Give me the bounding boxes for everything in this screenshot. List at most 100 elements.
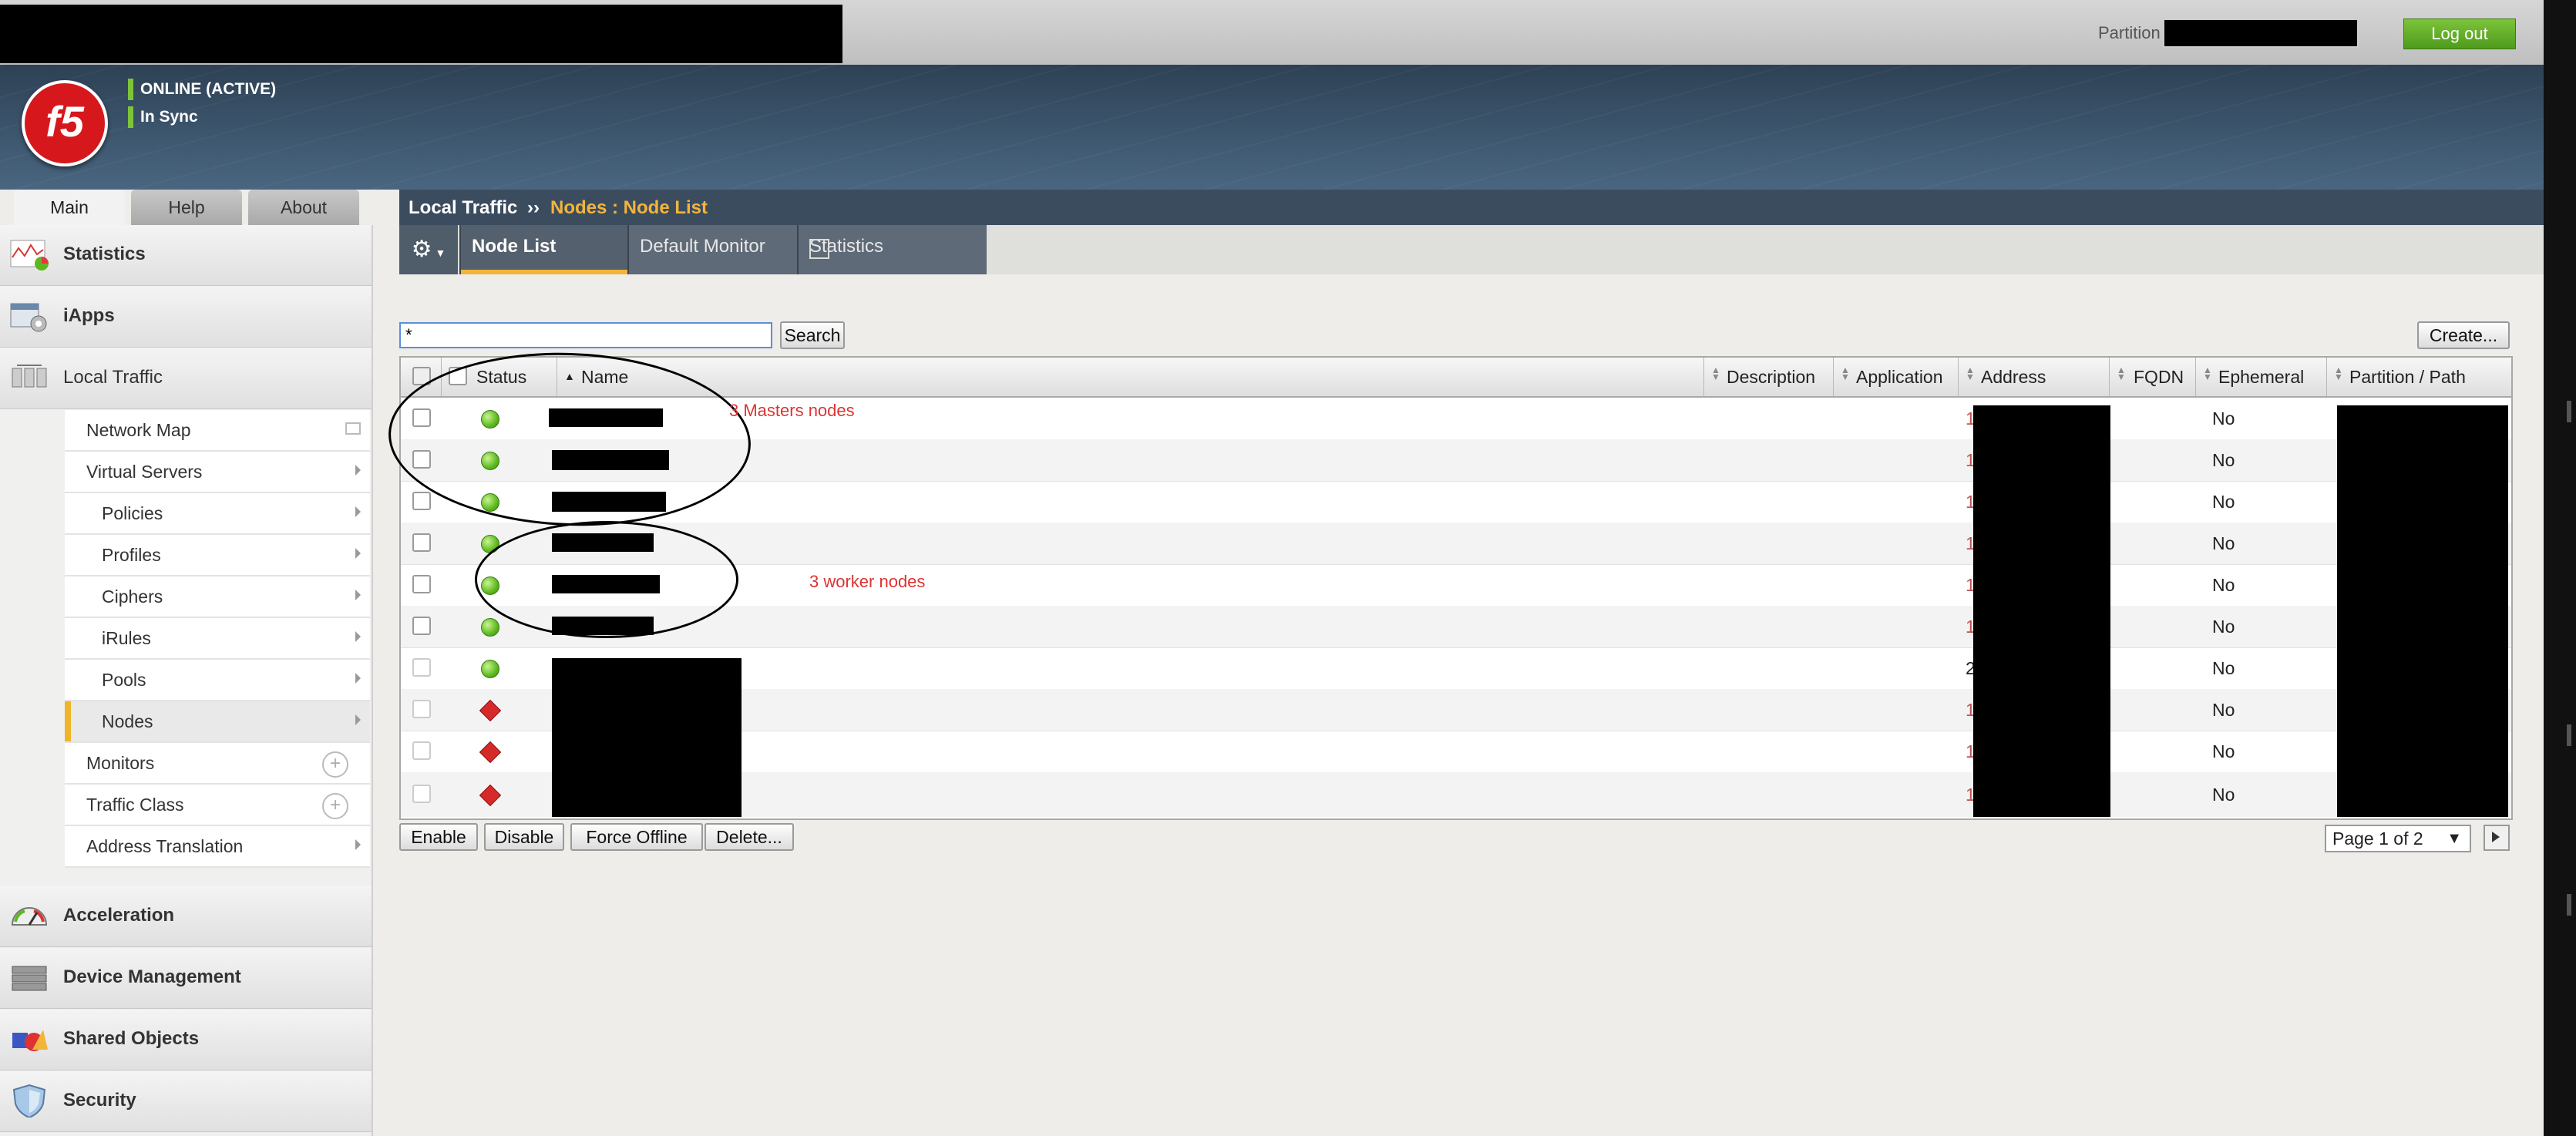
enable-button[interactable]: Enable [399, 823, 478, 851]
status-offline-icon [479, 784, 502, 807]
header-ephemeral-label: Ephemeral [2218, 367, 2305, 387]
redacted-hostname [0, 5, 842, 63]
header-name[interactable]: ▲ Name [557, 358, 1704, 396]
tab-default-monitor[interactable]: Default Monitor [627, 225, 797, 274]
redacted-addresses [1973, 405, 2110, 817]
statistics-icon [10, 240, 49, 271]
acceleration-icon [11, 907, 48, 926]
tab-node-list[interactable]: Node List [459, 225, 627, 274]
tab-statistics[interactable]: Statistics [797, 225, 987, 274]
f5-admin-window: Partition Log out f5 ONLINE (ACTIVE) In … [0, 0, 2544, 1136]
ephemeral-value: No [2212, 450, 2235, 470]
workers-annotation: 3 worker nodes [809, 572, 926, 591]
row-checkbox[interactable] [412, 533, 431, 552]
address-translation-label: Address Translation [86, 836, 244, 856]
row-checkbox[interactable] [412, 785, 431, 803]
delete-button[interactable]: Delete... [705, 823, 794, 851]
node-list-table: Status ▲ Name ▲ ▼ Description ▲ ▼ Application… [385, 346, 2513, 820]
nav-acceleration-label: Acceleration [63, 905, 175, 926]
irules-label: iRules [102, 628, 151, 648]
status-available-icon [481, 660, 499, 678]
ephemeral-value: No [2212, 658, 2235, 678]
header-banner [0, 65, 2544, 190]
tab-default-monitor-label: Default Monitor [640, 236, 765, 257]
row-checkbox[interactable] [412, 658, 431, 677]
sort-icon: ▲ ▼ [1711, 365, 1720, 382]
nav-statistics[interactable]: Statistics [0, 225, 372, 286]
add-traffic-class-icon[interactable]: + [322, 793, 348, 819]
tab-main[interactable]: Main [14, 190, 125, 225]
row-checkbox[interactable] [412, 741, 431, 760]
sidebar-item-irules[interactable]: iRules [65, 618, 370, 660]
nav-device-management[interactable]: Device Management [0, 948, 372, 1009]
top-bar: Partition Log out [0, 0, 2544, 65]
monitors-label: Monitors [86, 753, 155, 773]
search-button[interactable]: Search [780, 321, 845, 349]
header-address[interactable]: ▲ ▼ Address [1958, 358, 2110, 396]
row-checkbox[interactable] [412, 700, 431, 718]
sidebar-item-monitors[interactable]: Monitors + [65, 743, 370, 785]
nav-device-management-label: Device Management [63, 966, 241, 987]
table-row[interactable]: 1 No [401, 606, 2511, 648]
header-fqdn[interactable]: ▲ ▼ FQDN [2109, 358, 2196, 396]
popout-icon[interactable] [809, 239, 829, 259]
sidebar-item-policies[interactable]: Policies [65, 493, 370, 535]
gear-menu-button[interactable]: ⚙ ▼ [399, 225, 458, 274]
next-page-button[interactable] [2484, 825, 2510, 851]
force-offline-button[interactable]: Force Offline [570, 823, 703, 851]
header-description[interactable]: ▲ ▼ Description [1703, 358, 1834, 396]
ephemeral-value: No [2212, 408, 2235, 429]
nav-iapps[interactable]: iApps [0, 287, 372, 348]
sort-icon: ▲ ▼ [2117, 365, 2126, 382]
page-select[interactable]: Page 1 of 2 ▼ [2325, 825, 2471, 852]
nav-security[interactable]: Security [0, 1071, 372, 1132]
sidebar-item-traffic-class[interactable]: Traffic Class + [65, 785, 370, 826]
header-fqdn-label: FQDN [2134, 367, 2184, 387]
create-button[interactable]: Create... [2417, 321, 2510, 349]
sidebar-item-nodes[interactable]: Nodes [65, 701, 370, 743]
sidebar-item-virtual-servers[interactable]: Virtual Servers [65, 452, 370, 493]
header-partition-path[interactable]: ▲ ▼ Partition / Path [2326, 358, 2511, 396]
header-ephemeral[interactable]: ▲ ▼ Ephemeral [2195, 358, 2327, 396]
logout-button[interactable]: Log out [2403, 18, 2516, 49]
pools-label: Pools [102, 670, 146, 690]
breadcrumb-root[interactable]: Local Traffic [409, 197, 517, 219]
sidebar-item-profiles[interactable]: Profiles [65, 535, 370, 576]
tab-about[interactable]: About [248, 190, 359, 225]
f5-logo: f5 [22, 80, 108, 166]
chevron-right-icon [355, 714, 361, 725]
row-checkbox[interactable] [412, 617, 431, 635]
iapps-icon [10, 303, 47, 332]
nav-shared-objects-label: Shared Objects [63, 1028, 200, 1049]
chevron-down-icon: ▼ [2447, 830, 2462, 847]
nav-shared-objects[interactable]: Shared Objects [0, 1010, 372, 1070]
sidebar-item-ciphers[interactable]: Ciphers [65, 576, 370, 618]
disable-button[interactable]: Disable [484, 823, 564, 851]
chevron-right-icon [355, 631, 361, 642]
chevron-right-icon [355, 590, 361, 600]
row-checkbox[interactable] [412, 575, 431, 593]
chevron-right-icon [355, 673, 361, 684]
sidebar-item-pools[interactable]: Pools [65, 660, 370, 701]
breadcrumb: Local Traffic ›› Nodes : Node List [399, 190, 2544, 225]
background-window-edge [2544, 0, 2576, 1136]
status-available-icon [481, 618, 499, 637]
row-checkbox[interactable] [412, 492, 431, 510]
sidebar-item-network-map[interactable]: Network Map [65, 410, 370, 452]
ephemeral-value: No [2212, 785, 2235, 805]
nav-local-traffic[interactable]: Local Traffic [0, 348, 372, 409]
header-address-label: Address [1981, 367, 2046, 387]
partition-select[interactable] [2163, 18, 2359, 48]
sidebar-item-address-translation[interactable]: Address Translation [65, 826, 370, 868]
sort-icon: ▲ ▼ [1966, 365, 1975, 382]
table-header: Status ▲ Name ▲ ▼ Description ▲ ▼ Application… [401, 358, 2511, 398]
ephemeral-value: No [2212, 575, 2235, 595]
status-online: ONLINE (ACTIVE) [128, 79, 276, 100]
add-monitor-icon[interactable]: + [322, 751, 348, 778]
tab-help[interactable]: Help [131, 190, 242, 225]
nav-acceleration[interactable]: Acceleration [0, 886, 372, 947]
search-input[interactable] [399, 322, 772, 348]
header-application[interactable]: ▲ ▼ Application [1833, 358, 1959, 396]
gear-icon: ⚙ [411, 237, 432, 262]
nav-local-traffic-label: Local Traffic [63, 367, 163, 388]
